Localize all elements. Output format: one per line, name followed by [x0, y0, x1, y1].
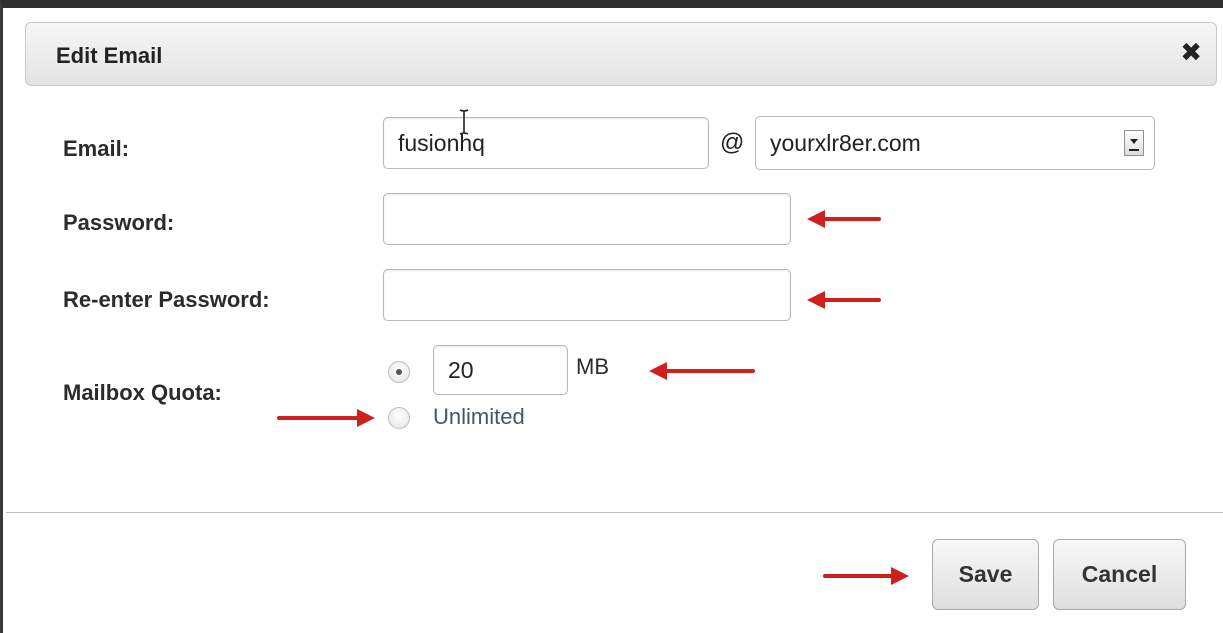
footer-divider: [6, 512, 1223, 513]
annotation-arrow-left-icon: [807, 210, 881, 228]
unlimited-radio[interactable]: [388, 407, 410, 429]
password-input[interactable]: [383, 193, 791, 245]
dialog-titlebar: Edit Email ✖: [25, 22, 1217, 86]
cancel-button[interactable]: Cancel: [1053, 539, 1186, 610]
quota-input[interactable]: [433, 345, 568, 395]
at-sign: @: [720, 129, 745, 156]
reenter-password-input[interactable]: [383, 269, 791, 321]
annotation-arrow-left-icon: [807, 291, 881, 309]
domain-select[interactable]: yourxlr8er.com: [755, 116, 1155, 170]
annotation-arrow-right-icon: [823, 567, 909, 585]
email-local-input[interactable]: [383, 117, 709, 169]
annotation-arrow-left-icon: [649, 362, 755, 380]
quota-unit-label: MB: [576, 354, 609, 379]
domain-select-value: yourxlr8er.com: [770, 130, 921, 156]
email-label: Email:: [63, 136, 130, 161]
reenter-password-label: Re-enter Password:: [63, 287, 270, 312]
dropdown-arrow-icon[interactable]: [1124, 130, 1144, 156]
text-cursor-icon: [459, 109, 469, 135]
mailbox-quota-label: Mailbox Quota:: [63, 380, 222, 405]
unlimited-label[interactable]: Unlimited: [433, 404, 525, 430]
close-icon[interactable]: ✖: [1180, 39, 1202, 65]
dialog-title: Edit Email: [56, 43, 163, 68]
edit-email-dialog: Edit Email ✖ Email: @ yourxlr8er.com Pas…: [0, 0, 1223, 633]
quota-mb-radio[interactable]: [388, 361, 410, 383]
save-button[interactable]: Save: [932, 539, 1039, 610]
password-label: Password:: [63, 210, 175, 235]
annotation-arrow-right-icon: [277, 409, 375, 427]
